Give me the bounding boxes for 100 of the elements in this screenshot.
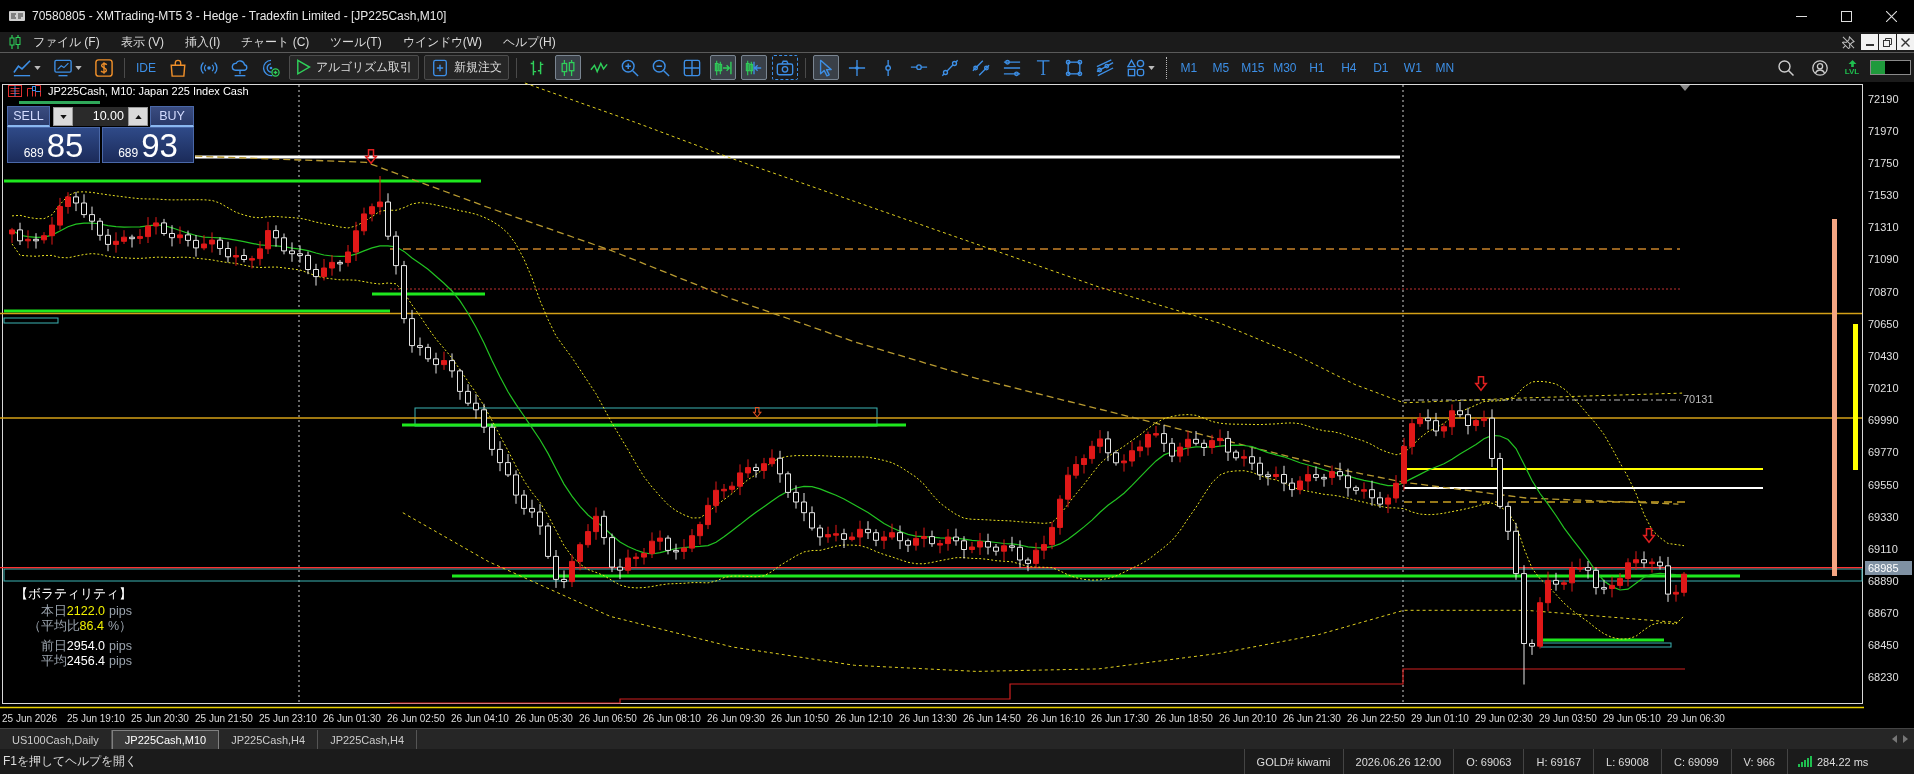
timeframe-button[interactable]: MN bbox=[1428, 55, 1461, 80]
time-tick-label: 25 Jun 21:50 bbox=[195, 713, 254, 724]
time-tick-label: 26 Jun 18:50 bbox=[1155, 713, 1214, 724]
window-title: 70580805 - XMTrading-MT5 3 - Hedge - Tradexfin Limited - [JP225Cash,M10] bbox=[32, 9, 447, 23]
time-tick-label: 26 Jun 09:30 bbox=[707, 713, 766, 724]
price-tick-label: 68230 bbox=[1868, 671, 1899, 685]
minimize-button[interactable] bbox=[1861, 34, 1878, 50]
volatility-unit: pips bbox=[109, 604, 132, 619]
caret-icon bbox=[1147, 65, 1155, 70]
restore-button[interactable] bbox=[1879, 34, 1896, 50]
menu-item[interactable]: ファイル (F) bbox=[33, 33, 100, 51]
time-tick-label: 26 Jun 17:30 bbox=[1091, 713, 1150, 724]
scroll-right-icon[interactable] bbox=[1903, 735, 1908, 743]
zoom-out-icon bbox=[651, 58, 670, 77]
menu-item[interactable]: 表示 (V) bbox=[120, 33, 164, 51]
cursor-button[interactable] bbox=[812, 55, 839, 80]
menu-item[interactable]: ツール(T) bbox=[330, 33, 382, 51]
time-tick-label: 26 Jun 21:30 bbox=[1283, 713, 1342, 724]
play-icon bbox=[296, 59, 311, 76]
new-order-button[interactable]: 新規注文 bbox=[423, 55, 509, 80]
price-tick-label: 69330 bbox=[1868, 510, 1899, 524]
candlestick-chart-button[interactable] bbox=[554, 55, 581, 80]
status-item: L: 69008 bbox=[1593, 749, 1661, 774]
close-icon bbox=[1886, 10, 1897, 22]
menu-item[interactable]: チャート (C) bbox=[241, 33, 310, 51]
buy-price-box[interactable]: 689 93 bbox=[102, 127, 194, 163]
dollar-icon bbox=[95, 58, 113, 77]
price-tick-label: 71090 bbox=[1868, 253, 1899, 267]
ide-button[interactable]: IDE bbox=[132, 55, 160, 80]
algo-trading-button[interactable]: アルゴリズム取引 bbox=[289, 55, 419, 80]
shift-marker-icon[interactable] bbox=[1680, 85, 1690, 91]
time-tick-label: 29 Jun 02:30 bbox=[1475, 713, 1534, 724]
chart-shift-button[interactable] bbox=[740, 55, 767, 80]
sell-price-box[interactable]: 689 85 bbox=[7, 127, 100, 163]
line-price-label: 70131 bbox=[1683, 393, 1714, 406]
screenshot-button[interactable] bbox=[771, 55, 798, 80]
grid-icon bbox=[682, 58, 701, 77]
radar-plus-icon bbox=[262, 58, 280, 77]
autoscroll-button[interactable] bbox=[709, 55, 736, 80]
time-tick-label: 26 Jun 02:50 bbox=[387, 713, 446, 724]
close-button[interactable] bbox=[1897, 34, 1914, 50]
volatility-unit: pips bbox=[109, 639, 132, 654]
scroll-left-icon[interactable] bbox=[1892, 735, 1897, 743]
increase-button[interactable] bbox=[128, 107, 148, 126]
monitor-chart-icon bbox=[54, 58, 72, 77]
price-tick-label: 68890 bbox=[1868, 574, 1899, 588]
minimize-icon bbox=[1865, 43, 1874, 46]
candles-arrow-left-icon bbox=[744, 58, 763, 77]
time-tick-label: 26 Jun 22:50 bbox=[1347, 713, 1406, 724]
timeframe-button[interactable]: H4 bbox=[1332, 55, 1365, 80]
menu-item[interactable]: 挿入(I) bbox=[185, 33, 221, 51]
volatility-value: 2954.0 bbox=[66, 639, 106, 654]
decrease-button[interactable] bbox=[53, 107, 73, 126]
price-tick-label: 71750 bbox=[1868, 157, 1899, 170]
price-prefix: 689 bbox=[118, 146, 139, 160]
timeframe-button[interactable]: D1 bbox=[1364, 55, 1397, 80]
time-tick-label: 25 Jun 19:10 bbox=[67, 713, 126, 724]
price-digits: 85 bbox=[46, 129, 84, 162]
time-tick-label: 29 Jun 01:10 bbox=[1411, 713, 1470, 724]
status-item: O: 69063 bbox=[1453, 749, 1524, 774]
price-tick-label: 69990 bbox=[1868, 414, 1899, 428]
ping-time: 284.22 ms bbox=[1817, 755, 1869, 768]
shapes-icon bbox=[1126, 58, 1145, 77]
time-tick-label: 29 Jun 06:30 bbox=[1667, 713, 1726, 724]
sell-button[interactable]: SELL bbox=[7, 106, 50, 127]
status-item: C: 69099 bbox=[1660, 749, 1731, 774]
time-tick-label: 25 Jun 20:30 bbox=[131, 713, 190, 724]
timeframe-button[interactable]: W1 bbox=[1396, 55, 1429, 80]
time-tick-label: 26 Jun 06:50 bbox=[579, 713, 638, 724]
price-tick-label: 71530 bbox=[1868, 189, 1899, 203]
price-tick-label: 70210 bbox=[1868, 382, 1899, 396]
camera-icon bbox=[775, 58, 794, 77]
price-tick-label: 69770 bbox=[1868, 446, 1899, 460]
time-tick-label: 26 Jun 05:30 bbox=[515, 713, 574, 724]
close-icon bbox=[1901, 37, 1910, 47]
account-icon bbox=[1812, 59, 1828, 76]
menu-item[interactable]: ヘルプ(H) bbox=[503, 33, 556, 51]
volume-field[interactable]: 10.00 bbox=[73, 107, 128, 126]
timeframe-button[interactable]: M30 bbox=[1268, 55, 1301, 80]
columns-icon[interactable] bbox=[27, 85, 41, 97]
price-digits: 93 bbox=[141, 129, 178, 162]
volatility-label: 平均 bbox=[40, 653, 67, 668]
timeframe-button[interactable]: H1 bbox=[1300, 55, 1333, 80]
pitchfork-icon bbox=[1095, 58, 1114, 77]
time-tick-label: 29 Jun 03:50 bbox=[1539, 713, 1598, 724]
parallel-lines-icon bbox=[971, 58, 990, 77]
price-tick-label: 72190 bbox=[1868, 92, 1899, 106]
menu-item[interactable]: ウインドウ(W) bbox=[402, 33, 482, 51]
timeframe-button[interactable]: M5 bbox=[1204, 55, 1237, 80]
level-button[interactable]: LVL bbox=[1840, 55, 1864, 80]
timeframe-button[interactable]: M1 bbox=[1172, 55, 1205, 80]
timeframe-button[interactable]: M15 bbox=[1236, 55, 1269, 80]
line-chart-icon bbox=[13, 58, 31, 77]
pin-icon[interactable] bbox=[1842, 35, 1855, 49]
chart-tab[interactable]: JP225Cash,M10 bbox=[111, 730, 220, 749]
maximize-icon bbox=[1841, 10, 1852, 22]
buy-button[interactable]: BUY bbox=[150, 106, 194, 127]
list-icon[interactable] bbox=[8, 85, 22, 97]
down-arrow-icon bbox=[752, 407, 762, 418]
fibonacci-lines-icon bbox=[1002, 58, 1021, 77]
